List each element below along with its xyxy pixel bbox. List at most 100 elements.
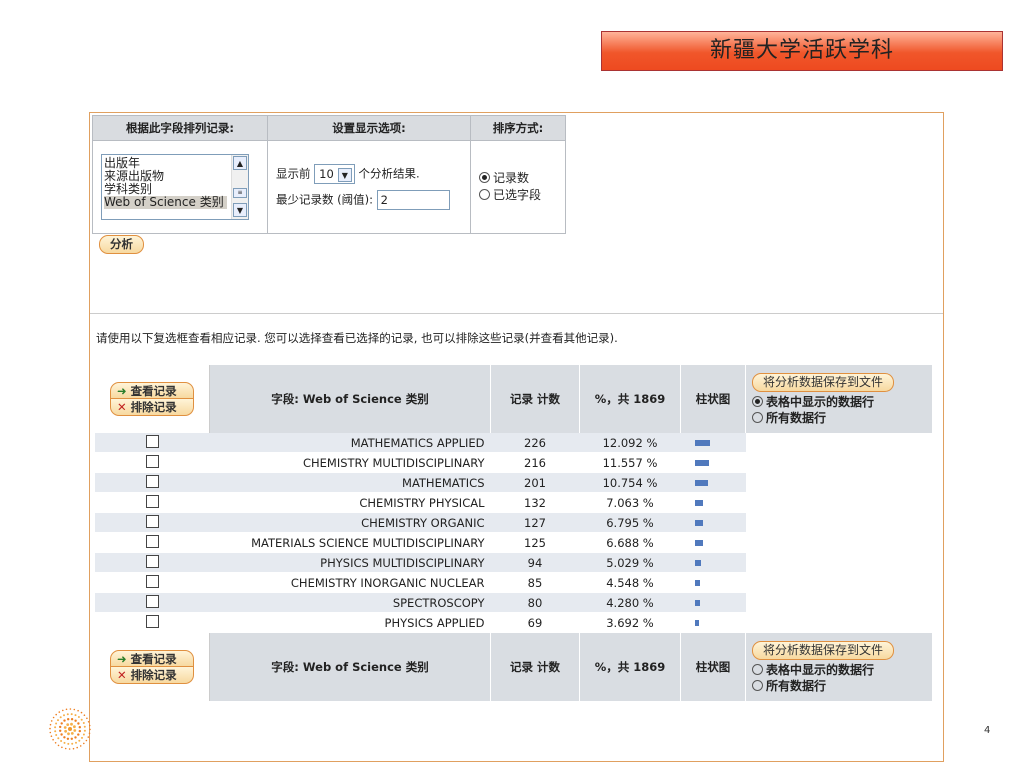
row-count: 201 <box>490 472 580 493</box>
row-percent: 4.280 % <box>579 592 681 613</box>
table-row: CHEMISTRY MULTIDISCIPLINARY 216 11.557 % <box>95 452 933 473</box>
bar-column-header: 柱状图 <box>680 365 746 433</box>
radio-unchecked-icon[interactable] <box>479 189 490 200</box>
field-option-selected[interactable]: Web of Science 类别 <box>104 196 227 209</box>
logo-dot <box>70 722 73 726</box>
field-listbox[interactable]: 出版年 来源出版物 学科类别 Web of Science 类别 ▲ ≡ ▼ <box>101 154 249 220</box>
row-checkbox[interactable] <box>145 514 159 528</box>
sort-records-label: 记录数 <box>493 171 530 185</box>
logo-icon <box>49 708 91 750</box>
result-count-select[interactable]: 10 ▼ <box>314 164 355 184</box>
logo-dot <box>54 742 57 744</box>
logo-dot <box>65 708 68 711</box>
logo-dot <box>67 742 70 745</box>
save-displayed-rows-radio[interactable]: 表格中显示的数据行 <box>752 394 932 410</box>
logo-dot <box>75 741 77 744</box>
row-bar <box>694 540 703 546</box>
exclude-records-button[interactable]: ✕ 排除记录 <box>110 399 194 416</box>
logo-dot <box>85 739 88 742</box>
row-checkbox[interactable] <box>145 554 159 568</box>
save-to-file-button[interactable]: 将分析数据保存到文件 <box>752 640 895 660</box>
row-count: 69 <box>490 612 580 633</box>
exclude-records-button[interactable]: ✕ 排除记录 <box>110 667 194 684</box>
row-checkbox[interactable] <box>145 474 159 488</box>
logo-dot <box>62 709 64 712</box>
table-row: PHYSICS MULTIDISCIPLINARY 94 5.029 % <box>95 552 933 573</box>
radio-checked-icon[interactable] <box>752 395 763 407</box>
logo-dot <box>58 711 61 713</box>
radio-unchecked-icon[interactable] <box>752 663 763 675</box>
logo-dot <box>71 742 74 745</box>
chevron-down-icon[interactable]: ▼ <box>337 167 352 182</box>
logo-dot <box>73 729 77 732</box>
logo-dot <box>67 718 70 721</box>
show-prefix-label: 显示前 <box>276 166 311 181</box>
scroll-up-icon[interactable]: ▲ <box>233 156 247 170</box>
view-records-button[interactable]: ➜ 查看记录 <box>110 382 194 399</box>
logo-dot <box>70 718 74 721</box>
row-field: SPECTROSCOPY <box>209 592 491 613</box>
logo-dot <box>61 746 63 749</box>
save-all-rows-radio[interactable]: 所有数据行 <box>752 678 932 694</box>
logo-dot <box>55 722 58 725</box>
row-count: 132 <box>490 492 580 513</box>
logo-dot <box>76 746 78 749</box>
logo-dot <box>77 733 80 736</box>
row-field: PHYSICS MULTIDISCIPLINARY <box>209 552 491 573</box>
row-bar <box>694 580 700 586</box>
save-displayed-rows-radio[interactable]: 表格中显示的数据行 <box>752 662 932 678</box>
logo-dot <box>66 737 70 740</box>
slide-title: 新疆大学活跃学科 <box>601 31 1003 71</box>
row-count: 127 <box>490 512 580 533</box>
logo-dot <box>83 725 86 728</box>
sort-by-field-radio[interactable]: 已选字段 <box>479 187 557 204</box>
listbox-scrollbar[interactable]: ▲ ≡ ▼ <box>231 155 248 219</box>
logo-dot <box>54 726 57 729</box>
row-field: CHEMISTRY MULTIDISCIPLINARY <box>209 452 491 473</box>
field-column-header: 字段: Web of Science 类别 <box>209 365 491 433</box>
logo-dot <box>78 729 81 733</box>
row-bar <box>694 560 701 566</box>
table-row: MATHEMATICS APPLIED 226 12.092 % <box>95 433 933 453</box>
logo-dot <box>64 729 67 733</box>
logo-dot <box>68 748 71 750</box>
row-checkbox[interactable] <box>145 574 159 588</box>
row-count: 80 <box>490 592 580 613</box>
row-bar <box>694 480 708 486</box>
row-checkbox[interactable] <box>145 614 159 628</box>
radio-checked-icon[interactable] <box>479 172 490 183</box>
logo-dot <box>52 738 54 741</box>
radio-unchecked-icon[interactable] <box>752 679 763 691</box>
scroll-thumb[interactable]: ≡ <box>233 188 247 198</box>
min-records-input[interactable]: 2 <box>376 190 450 210</box>
table-row: CHEMISTRY PHYSICAL 132 7.063 % <box>95 492 933 513</box>
logo-dot <box>83 714 86 716</box>
logo-dot <box>70 737 73 740</box>
analyze-button[interactable]: 分析 <box>99 235 144 254</box>
view-records-button[interactable]: ➜ 查看记录 <box>110 650 194 667</box>
logo-dot <box>77 716 80 718</box>
scroll-down-icon[interactable]: ▼ <box>233 203 247 217</box>
row-checkbox[interactable] <box>145 434 159 448</box>
row-checkbox[interactable] <box>145 494 159 508</box>
row-checkbox[interactable] <box>145 594 159 608</box>
row-field: CHEMISTRY PHYSICAL <box>209 492 491 513</box>
save-to-file-button[interactable]: 将分析数据保存到文件 <box>752 372 895 392</box>
show-suffix-label: 个分析结果. <box>358 166 420 181</box>
table-row: MATERIALS SCIENCE MULTIDISCIPLINARY 125 6.… <box>95 532 933 553</box>
logo-dot <box>60 733 63 736</box>
logo-dot <box>57 719 59 722</box>
logo-dot <box>70 713 73 716</box>
logo-dot <box>64 747 67 750</box>
row-bar <box>694 600 700 606</box>
row-checkbox[interactable] <box>145 534 159 548</box>
row-checkbox[interactable] <box>145 454 159 468</box>
logo-dot <box>57 737 60 740</box>
radio-unchecked-icon[interactable] <box>752 411 763 423</box>
row-percent: 10.754 % <box>579 472 681 493</box>
save-all-rows-radio[interactable]: 所有数据行 <box>752 410 932 426</box>
logo-dot <box>78 726 81 729</box>
logo-dot <box>83 729 86 732</box>
sort-by-records-radio[interactable]: 记录数 <box>479 170 557 187</box>
logo-dot <box>63 736 66 739</box>
